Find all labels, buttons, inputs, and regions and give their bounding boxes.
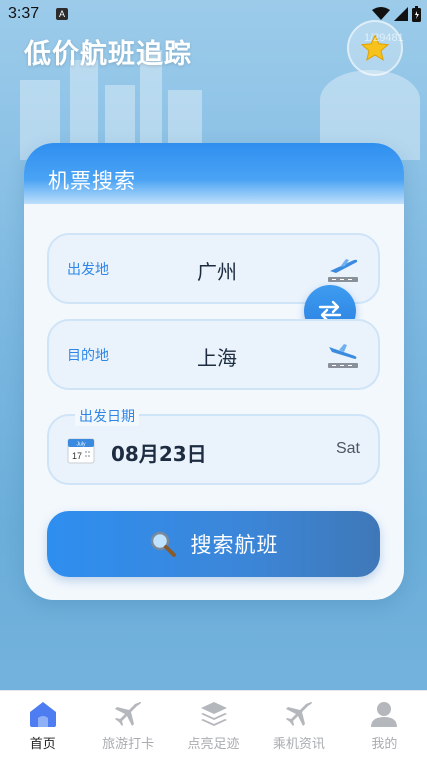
departure-date-field[interactable]: 出发日期 July 17 08月23日 Sat (47, 406, 380, 485)
user-icon (371, 702, 398, 727)
tab-travel-checkin[interactable]: 旅游打卡 (85, 691, 170, 760)
bottom-tab-bar: 首页 旅游打卡 点亮足迹 乘机资讯 我的 (0, 690, 427, 760)
plane-icon (115, 702, 142, 726)
tab-label: 旅游打卡 (102, 737, 155, 752)
takeoff-icon (328, 259, 358, 282)
magnifier-icon (150, 531, 176, 557)
battery-icon (412, 6, 421, 22)
landing-icon (328, 344, 358, 368)
tab-label: 点亮足迹 (187, 737, 240, 752)
layers-icon (200, 702, 227, 726)
favorites-button[interactable] (347, 20, 403, 76)
tab-profile[interactable]: 我的 (342, 691, 427, 760)
tab-light-footprints[interactable]: 点亮足迹 (171, 691, 256, 760)
weekday-label: Sat (335, 440, 360, 457)
signal-icon (394, 7, 408, 21)
plane-icon (285, 702, 312, 726)
page-title: 低价航班追踪 (24, 39, 192, 70)
tab-label: 乘机资讯 (272, 737, 325, 752)
calendar-icon: July 17 (67, 438, 95, 464)
calendar-day: 17 (72, 451, 82, 461)
destination-field[interactable]: 目的地 上海 (47, 319, 380, 390)
calendar-month: July (77, 442, 86, 448)
tab-label: 首页 (29, 737, 56, 752)
wifi-icon (372, 7, 390, 20)
departure-label: 出发地 (67, 262, 109, 278)
search-button-label: 搜索航班 (190, 533, 279, 557)
date-label: 出发日期 (75, 406, 139, 426)
status-time: 3:37 (8, 5, 40, 22)
departure-value: 广州 (197, 260, 237, 284)
notification-icon: A (56, 8, 68, 20)
tab-label: 我的 (371, 737, 398, 752)
date-value: 08月23日 (111, 442, 207, 466)
tab-flight-news[interactable]: 乘机资讯 (256, 691, 341, 760)
card-title: 机票搜索 (24, 143, 404, 204)
home-icon (29, 702, 56, 727)
destination-label: 目的地 (67, 348, 109, 364)
watermark-text: 1/29481 (364, 32, 404, 44)
search-flights-button[interactable]: 搜索航班 (47, 511, 380, 577)
tab-home[interactable]: 首页 (0, 691, 85, 760)
flight-search-card: 机票搜索 出发地 广州 目的地 上海 出发日期 July 17 08月23日 S… (24, 143, 404, 600)
destination-value: 上海 (197, 346, 237, 370)
